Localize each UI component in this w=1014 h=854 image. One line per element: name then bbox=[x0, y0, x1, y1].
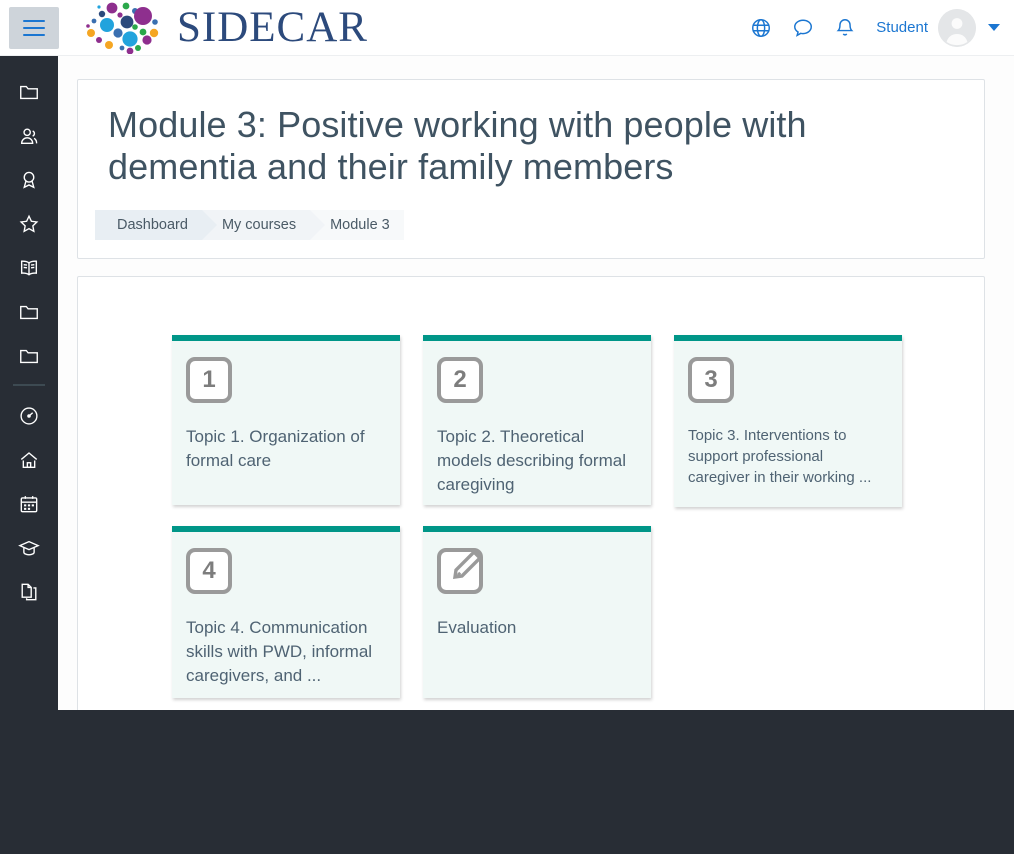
folder-icon bbox=[20, 305, 38, 320]
globe-icon[interactable] bbox=[750, 17, 772, 39]
sidebar-item-calendar[interactable] bbox=[0, 482, 58, 526]
graduation-cap-icon bbox=[18, 540, 40, 556]
avatar bbox=[938, 8, 976, 47]
topic-card-title: Evaluation bbox=[437, 618, 517, 637]
topic-number-badge: 4 bbox=[186, 548, 232, 594]
breadcrumb-label: Module 3 bbox=[330, 217, 390, 233]
user-name-label: Student bbox=[876, 19, 928, 36]
pencil-icon bbox=[452, 549, 483, 580]
breadcrumb-label: My courses bbox=[221, 217, 297, 233]
topic-number-badge: 1 bbox=[186, 357, 232, 403]
breadcrumb-item-my-courses[interactable]: My courses bbox=[201, 210, 326, 240]
sidebar-item-private-files[interactable] bbox=[0, 570, 58, 614]
book-icon bbox=[20, 260, 38, 276]
course-header-panel: Module 3: Positive working with people w… bbox=[77, 79, 985, 259]
sidebar-item-dashboard[interactable] bbox=[0, 394, 58, 438]
sidebar-item-grades[interactable] bbox=[0, 246, 58, 290]
evaluation-badge bbox=[437, 548, 483, 594]
sidebar-item-competencies[interactable] bbox=[0, 202, 58, 246]
chevron-down-icon bbox=[988, 24, 1000, 31]
folder-icon bbox=[20, 85, 38, 100]
hamburger-bar bbox=[23, 19, 45, 22]
top-navbar: SIDECAR Student bbox=[0, 0, 1014, 56]
sidebar-item-site-home[interactable] bbox=[0, 438, 58, 482]
main-content-area: Module 3: Positive working with people w… bbox=[58, 56, 1014, 710]
topic-card-evaluation[interactable]: Evaluation bbox=[423, 526, 651, 698]
breadcrumb: Dashboard My courses Module 3 bbox=[95, 210, 984, 240]
course-content-panel: 1 Topic 1. Organization of formal care 2… bbox=[77, 276, 985, 710]
hamburger-bar bbox=[23, 33, 45, 36]
sidebar-item-folder[interactable] bbox=[0, 70, 58, 114]
bell-icon[interactable] bbox=[834, 17, 856, 39]
topic-card-4[interactable]: 4 Topic 4. Communication skills with PWD… bbox=[172, 526, 400, 698]
sidebar-item-folder[interactable] bbox=[0, 290, 58, 334]
topic-number-badge: 2 bbox=[437, 357, 483, 403]
home-icon bbox=[20, 452, 38, 469]
topic-cards-row: 4 Topic 4. Communication skills with PWD… bbox=[172, 526, 912, 698]
files-icon bbox=[21, 583, 37, 601]
dashboard-icon bbox=[20, 407, 38, 425]
hamburger-bar bbox=[23, 26, 45, 29]
topic-number-badge: 3 bbox=[688, 357, 734, 403]
user-menu-button[interactable]: Student bbox=[876, 8, 1000, 47]
award-icon bbox=[23, 171, 35, 189]
sidebar-item-badges[interactable] bbox=[0, 158, 58, 202]
topic-card-2[interactable]: 2 Topic 2. Theoretical models describing… bbox=[423, 335, 651, 505]
sidecar-logo-icon bbox=[86, 2, 159, 54]
topic-card-1[interactable]: 1 Topic 1. Organization of formal care bbox=[172, 335, 400, 505]
breadcrumb-arrow-icon bbox=[310, 210, 326, 240]
brand-logo-link[interactable]: SIDECAR bbox=[81, 2, 368, 54]
topic-cards-row: 1 Topic 1. Organization of formal care 2… bbox=[172, 335, 912, 507]
topic-card-title: Topic 4. Communication skills with PWD, … bbox=[186, 618, 373, 685]
topic-cards-grid: 1 Topic 1. Organization of formal care 2… bbox=[172, 335, 912, 710]
navbar-right-group: Student bbox=[750, 8, 1014, 47]
folder-icon bbox=[20, 349, 38, 364]
hamburger-menu-button[interactable] bbox=[9, 6, 59, 49]
sidebar-item-my-courses[interactable] bbox=[0, 526, 58, 570]
breadcrumb-label: Dashboard bbox=[117, 217, 188, 233]
sidebar-divider bbox=[13, 384, 45, 386]
page-footer: SIDECar Project https://sidecar-project.… bbox=[0, 710, 1014, 854]
topic-card-3[interactable]: 3 Topic 3. Interventions to support prof… bbox=[674, 335, 902, 507]
breadcrumb-arrow-icon bbox=[201, 210, 217, 240]
breadcrumb-item-dashboard[interactable]: Dashboard bbox=[95, 210, 217, 240]
page-root: SIDECAR Student Module 3: Positive worki… bbox=[0, 0, 1014, 854]
star-icon bbox=[19, 214, 39, 233]
topic-card-title: Topic 1. Organization of formal care bbox=[186, 427, 365, 470]
users-icon bbox=[20, 128, 38, 145]
sidebar-item-participants[interactable] bbox=[0, 114, 58, 158]
left-sidebar bbox=[0, 56, 58, 710]
topic-card-title: Topic 3. Interventions to support profes… bbox=[688, 427, 872, 486]
calendar-icon bbox=[20, 496, 38, 513]
page-title: Module 3: Positive working with people w… bbox=[108, 104, 807, 187]
topic-card-title: Topic 2. Theoretical models describing f… bbox=[437, 427, 626, 494]
sidebar-item-folder[interactable] bbox=[0, 334, 58, 378]
brand-name: SIDECAR bbox=[177, 4, 368, 51]
chat-icon[interactable] bbox=[792, 17, 814, 39]
